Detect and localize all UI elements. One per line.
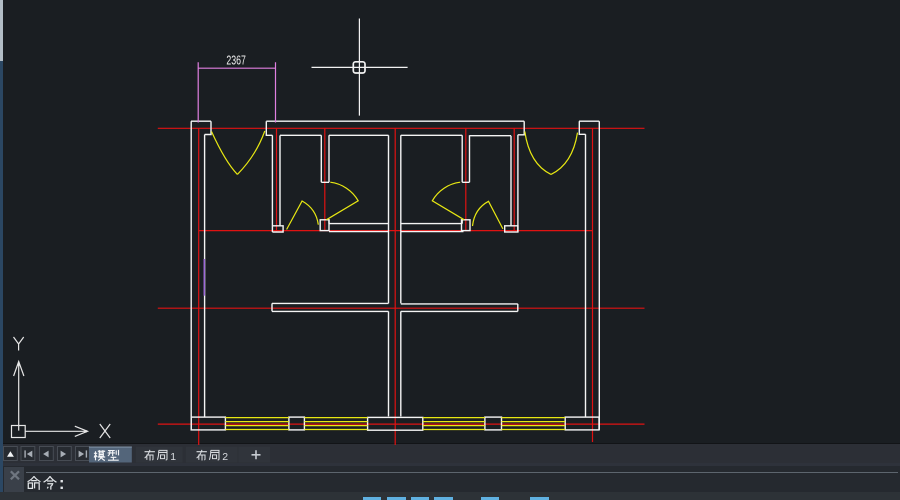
svg-text:2367: 2367	[226, 54, 246, 68]
svg-text:2: 2	[222, 451, 228, 463]
svg-text:1: 1	[170, 451, 176, 463]
